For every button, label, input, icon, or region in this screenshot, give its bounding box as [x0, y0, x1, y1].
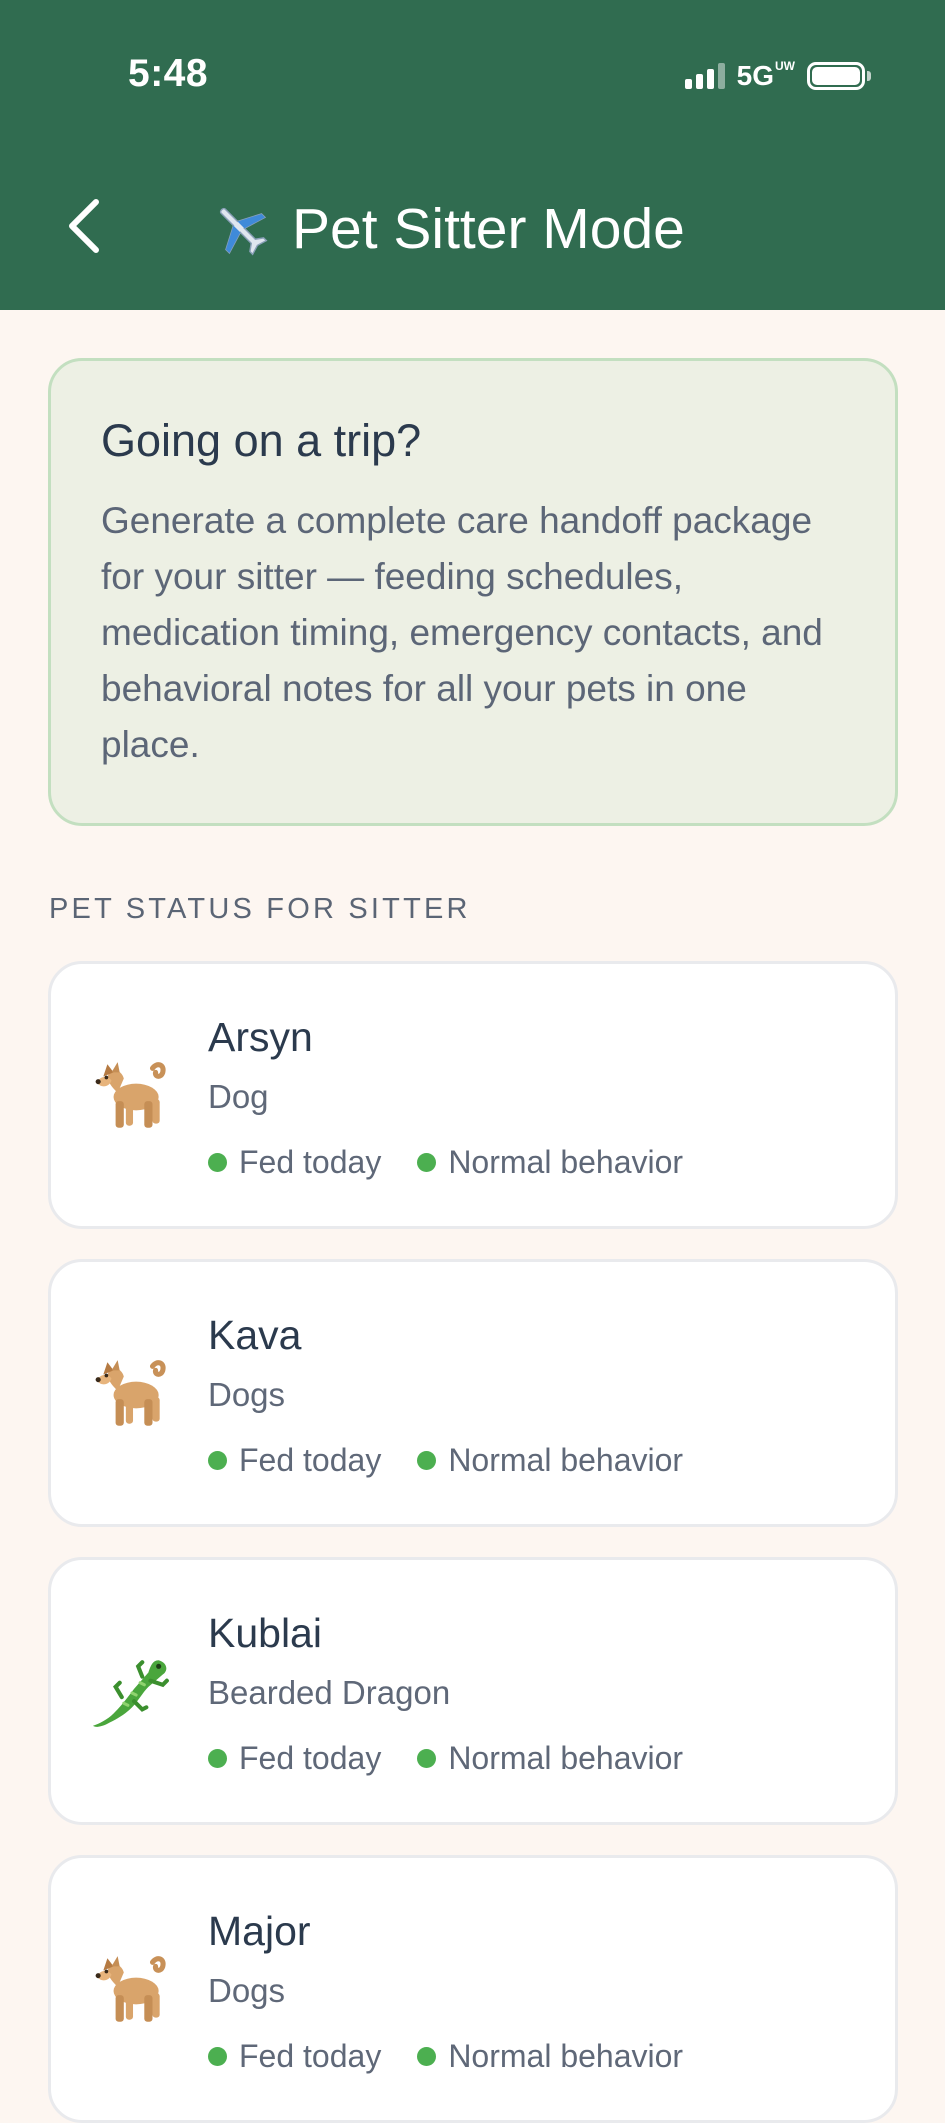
pet-kind: Dogs [208, 1972, 286, 2009]
pet-kind: Dog [208, 1078, 269, 1115]
status-dot-icon [417, 1451, 437, 1470]
pet-kind: Dogs [208, 1376, 286, 1413]
status-dot-icon [208, 1451, 227, 1470]
dog-icon [91, 1950, 173, 2032]
battery-icon [807, 62, 871, 90]
network-sub: UW [775, 59, 795, 73]
pet-card[interactable]: Kublai Bearded Dragon Fed today Normal b… [48, 1557, 898, 1825]
pet-name: Kublai [208, 1610, 322, 1656]
status-dot-icon [208, 1749, 227, 1768]
airplane-icon [219, 207, 268, 256]
intro-body: Generate a complete care handoff package… [101, 500, 823, 765]
fed-status: Fed today [208, 1442, 381, 1479]
pet-name: Arsyn [208, 1014, 313, 1060]
status-indicators: 5G UW [684, 58, 871, 94]
intro-heading: Going on a trip? [101, 415, 422, 466]
pet-name: Kava [208, 1312, 302, 1358]
status-dot-icon [417, 1749, 437, 1768]
pet-status-tags: Fed today Normal behavior [208, 1740, 683, 1777]
pet-status-tags: Fed today Normal behavior [208, 1144, 683, 1181]
behavior-status: Normal behavior [417, 1740, 683, 1777]
status-dot-icon [208, 1153, 227, 1172]
section-label: PET STATUS FOR SITTER [49, 893, 471, 925]
pet-name: Major [208, 1908, 311, 1954]
pet-kind: Bearded Dragon [208, 1674, 451, 1711]
fed-status: Fed today [208, 1144, 381, 1181]
dog-icon [91, 1354, 173, 1436]
pet-card[interactable]: Major Dogs Fed today Normal behavior [48, 1855, 898, 2123]
status-time: 5:48 [128, 52, 209, 95]
status-dot-icon [208, 2047, 227, 2066]
behavior-status: Normal behavior [417, 2038, 683, 2075]
status-dot-icon [417, 1153, 437, 1172]
network-indicator: 5G UW [736, 59, 795, 91]
fed-status: Fed today [208, 1740, 381, 1777]
dog-icon [91, 1056, 173, 1138]
back-button[interactable] [52, 190, 116, 262]
behavior-status: Normal behavior [417, 1144, 683, 1181]
pet-status-tags: Fed today Normal behavior [208, 1442, 683, 1479]
fed-status: Fed today [208, 2038, 381, 2075]
header-title-row: Pet Sitter Mode [212, 193, 685, 265]
status-dot-icon [417, 2047, 437, 2066]
pet-status-tags: Fed today Normal behavior [208, 2038, 683, 2075]
trip-intro-card: Going on a trip? Generate a complete car… [48, 358, 898, 826]
pet-card[interactable]: Kava Dogs Fed today Normal behavior [48, 1259, 898, 1527]
app-header: 5:48 5G UW Pet Sitter Mode [0, 0, 945, 310]
behavior-status: Normal behavior [417, 1442, 683, 1479]
chevron-left-icon [69, 199, 99, 253]
lizard-icon [91, 1652, 173, 1734]
pet-card[interactable]: Arsyn Dog Fed today Normal behavior [48, 961, 898, 1229]
signal-icon [684, 63, 725, 89]
page-title: Pet Sitter Mode [292, 197, 685, 261]
